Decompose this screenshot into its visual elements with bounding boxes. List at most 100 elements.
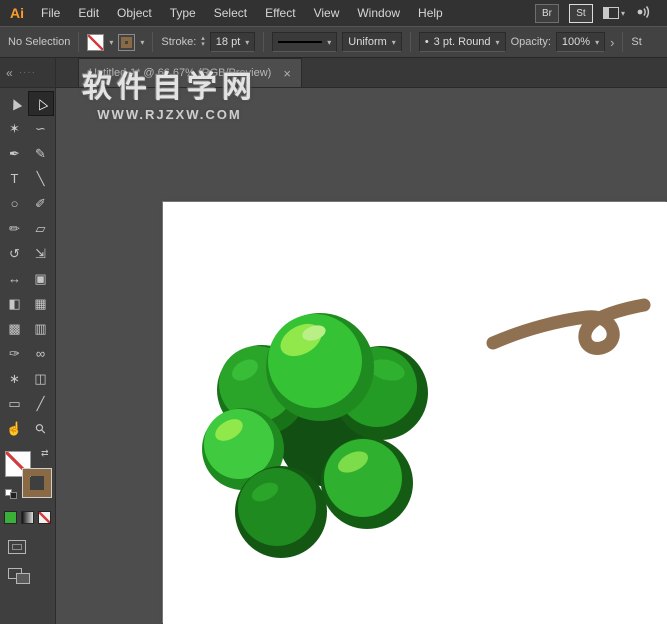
stroke-indicator[interactable] bbox=[23, 469, 51, 497]
tool-width[interactable]: ↔ bbox=[2, 266, 28, 291]
tool-perspective-grid[interactable]: ▦ bbox=[28, 291, 54, 316]
tool-mesh[interactable]: ▩ bbox=[2, 316, 28, 341]
menu-object[interactable]: Object bbox=[108, 1, 161, 25]
stroke-label: Stroke: bbox=[161, 36, 196, 48]
chevron-down-icon[interactable]: ▾ bbox=[109, 38, 113, 47]
zoom-icon: ⚲ bbox=[31, 419, 49, 437]
width-profile-select[interactable]: Uniform ▾ bbox=[342, 32, 402, 52]
tools-panel: « ···· ▶ ▷ ✶ ∽ ✒ ✎ T ╲ ○ ✐ ✏ ▱ ↺ ⇲ ↔ ▣ ◧… bbox=[0, 58, 56, 624]
screen-mode-button[interactable] bbox=[8, 568, 30, 584]
width-profile-value: Uniform bbox=[348, 36, 387, 48]
menu-help[interactable]: Help bbox=[409, 1, 452, 25]
tool-ellipse[interactable]: ○ bbox=[2, 191, 28, 216]
tool-curvature[interactable]: ✎ bbox=[28, 141, 54, 166]
collapse-panel-icon[interactable]: « bbox=[6, 66, 13, 80]
menu-file[interactable]: File bbox=[32, 1, 69, 25]
separator bbox=[410, 32, 411, 52]
blend-icon: ∞ bbox=[36, 346, 45, 361]
grape-ball-bottom-left[interactable] bbox=[235, 466, 327, 558]
tool-pencil[interactable]: ✏ bbox=[2, 216, 28, 241]
grape-ball-top[interactable] bbox=[266, 313, 374, 421]
stroke-style-select[interactable]: ▾ bbox=[272, 32, 337, 52]
tool-eyedropper[interactable]: ✑ bbox=[2, 341, 28, 366]
workspace-icon bbox=[603, 7, 619, 19]
tool-gradient[interactable]: ▥ bbox=[28, 316, 54, 341]
tool-selection[interactable]: ▶ bbox=[2, 91, 28, 116]
document-tab[interactable]: Untitled-1* @ 66.67% (RGB/Preview) × bbox=[78, 58, 302, 87]
document-tab-bar: Untitled-1* @ 66.67% (RGB/Preview) × bbox=[56, 58, 667, 88]
width-tool-icon: ↔ bbox=[8, 271, 21, 286]
stroke-color-swatch[interactable] bbox=[118, 34, 135, 51]
menu-view[interactable]: View bbox=[305, 1, 349, 25]
stroke-weight-stepper[interactable]: ▴ ▾ bbox=[201, 36, 205, 48]
eraser-icon: ▱ bbox=[36, 221, 46, 237]
tool-slice[interactable]: ╱ bbox=[28, 391, 54, 416]
chevron-down-icon: ▾ bbox=[392, 38, 396, 47]
draw-mode-button[interactable] bbox=[8, 540, 26, 554]
tool-pen[interactable]: ✒ bbox=[2, 141, 28, 166]
swap-fill-stroke-icon[interactable]: ⇄ bbox=[41, 448, 49, 459]
stock-button[interactable]: St bbox=[569, 4, 593, 23]
tool-symbol-sprayer[interactable]: ∗ bbox=[2, 366, 28, 391]
bridge-button[interactable]: Br bbox=[535, 4, 559, 23]
shape-builder-icon: ◧ bbox=[8, 296, 20, 312]
opacity-label: Opacity: bbox=[511, 36, 551, 48]
opacity-select[interactable]: 100% ▾ bbox=[556, 32, 605, 52]
stem-squiggle[interactable] bbox=[493, 305, 644, 348]
tool-hand[interactable]: ☝ bbox=[2, 416, 28, 441]
tool-direct-selection[interactable]: ▷ bbox=[28, 91, 54, 116]
tool-blend[interactable]: ∞ bbox=[28, 341, 54, 366]
tool-paintbrush[interactable]: ✐ bbox=[28, 191, 54, 216]
menu-effect[interactable]: Effect bbox=[256, 1, 304, 25]
gradient-button[interactable] bbox=[21, 511, 34, 524]
separator bbox=[263, 32, 264, 52]
stepper-down-icon[interactable]: ▾ bbox=[201, 42, 205, 48]
panel-grip-icon[interactable]: ···· bbox=[19, 67, 36, 78]
stroke-weight-select[interactable]: 18 pt ▾ bbox=[210, 32, 255, 52]
tool-column-graph[interactable]: ◫ bbox=[28, 366, 54, 391]
artboard[interactable] bbox=[163, 202, 667, 624]
menu-select[interactable]: Select bbox=[205, 1, 256, 25]
canvas-viewport[interactable] bbox=[56, 88, 667, 624]
workspace-switcher[interactable]: ▾ bbox=[603, 7, 625, 19]
ellipse-icon: ○ bbox=[11, 196, 19, 211]
brush-preview-icon: • bbox=[425, 36, 429, 48]
opacity-panel-arrow[interactable]: › bbox=[610, 35, 614, 50]
artboard-tool-icon: ▭ bbox=[8, 396, 20, 412]
tool-rotate[interactable]: ↺ bbox=[2, 241, 28, 266]
color-button[interactable] bbox=[4, 511, 17, 524]
style-label-truncated: St bbox=[631, 36, 641, 48]
document-area: Untitled-1* @ 66.67% (RGB/Preview) × bbox=[56, 58, 667, 624]
grape-ball-bottom-right[interactable] bbox=[321, 437, 413, 529]
tool-magic-wand[interactable]: ✶ bbox=[2, 116, 28, 141]
tool-eraser[interactable]: ▱ bbox=[28, 216, 54, 241]
none-button[interactable] bbox=[38, 511, 51, 524]
main-area: « ···· ▶ ▷ ✶ ∽ ✒ ✎ T ╲ ○ ✐ ✏ ▱ ↺ ⇲ ↔ ▣ ◧… bbox=[0, 58, 667, 624]
free-transform-icon: ▣ bbox=[34, 271, 46, 287]
tool-type[interactable]: T bbox=[2, 166, 28, 191]
tool-zoom[interactable]: ⚲ bbox=[28, 416, 54, 441]
lasso-icon: ∽ bbox=[35, 121, 46, 137]
fill-swatch[interactable] bbox=[87, 34, 104, 51]
color-mode-buttons bbox=[0, 511, 55, 524]
tool-lasso[interactable]: ∽ bbox=[28, 116, 54, 141]
tool-free-transform[interactable]: ▣ bbox=[28, 266, 54, 291]
column-graph-icon: ◫ bbox=[34, 371, 46, 387]
chevron-down-icon[interactable]: ▾ bbox=[140, 38, 144, 47]
gradient-icon: ▥ bbox=[34, 321, 46, 337]
menu-type[interactable]: Type bbox=[161, 1, 205, 25]
tool-scale[interactable]: ⇲ bbox=[28, 241, 54, 266]
menu-edit[interactable]: Edit bbox=[69, 1, 108, 25]
default-fill-stroke-icon[interactable] bbox=[5, 489, 17, 499]
share-icon[interactable] bbox=[635, 5, 651, 22]
opacity-value: 100% bbox=[562, 36, 590, 48]
type-icon: T bbox=[11, 171, 19, 186]
tool-shape-builder[interactable]: ◧ bbox=[2, 291, 28, 316]
hand-icon: ☝ bbox=[6, 421, 22, 437]
tool-line-segment[interactable]: ╲ bbox=[28, 166, 54, 191]
menu-window[interactable]: Window bbox=[348, 1, 409, 25]
separator bbox=[152, 32, 153, 52]
brush-definition-select[interactable]: • 3 pt. Round ▾ bbox=[419, 32, 506, 52]
close-icon[interactable]: × bbox=[283, 66, 291, 81]
tool-artboard[interactable]: ▭ bbox=[2, 391, 28, 416]
